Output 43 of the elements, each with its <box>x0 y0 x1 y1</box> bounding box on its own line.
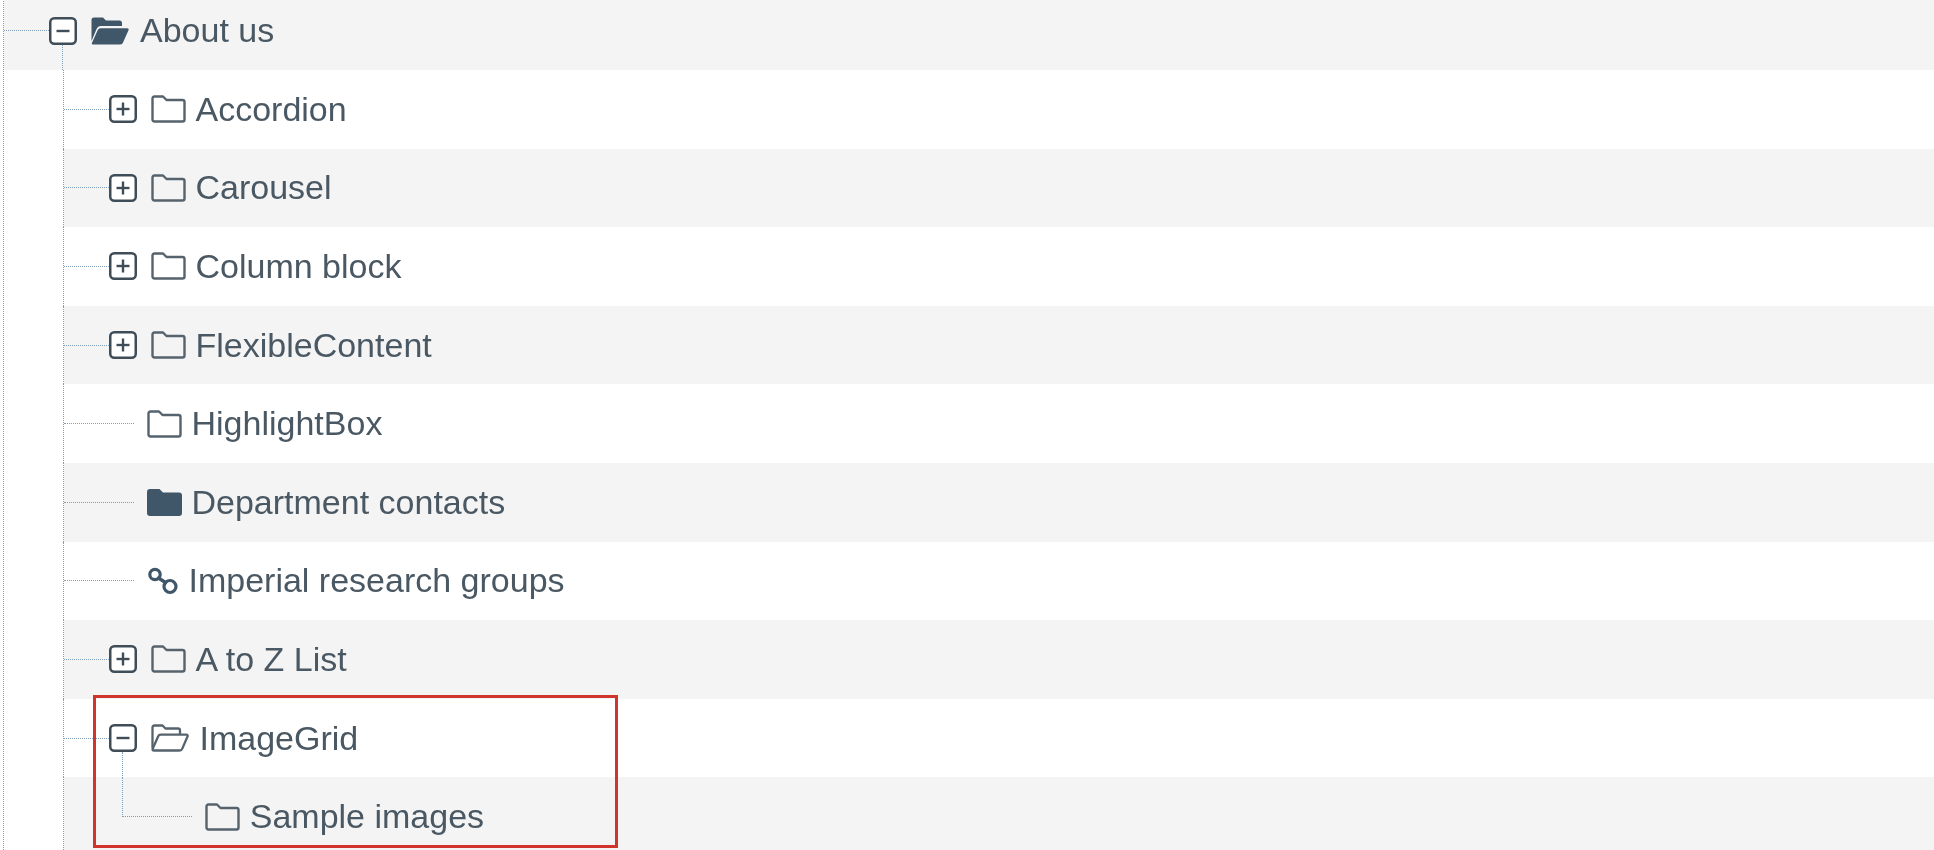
node-label: Imperial research groups <box>188 560 565 602</box>
expand-toggle[interactable] <box>108 95 137 124</box>
tree-connector <box>63 423 134 425</box>
tree-row[interactable]: Department contacts <box>63 462 1934 542</box>
tree-row[interactable]: FlexibleContent <box>63 305 1934 385</box>
tree-connector <box>63 187 109 189</box>
node-label: Department contacts <box>191 481 506 523</box>
node-label: Column block <box>195 246 402 287</box>
node-label: ImageGrid <box>199 717 359 759</box>
tree-row[interactable]: Sample images <box>63 777 1934 850</box>
folder-open-icon <box>91 16 129 45</box>
folder-icon <box>150 95 186 124</box>
folder-icon <box>150 645 186 674</box>
folder-open-icon <box>150 724 189 753</box>
collapse-toggle[interactable] <box>108 724 137 753</box>
link-icon <box>146 566 179 595</box>
folder-icon <box>146 409 182 438</box>
folder-icon <box>204 802 240 831</box>
tree-row[interactable]: About us <box>4 0 1934 70</box>
node-label: Sample images <box>249 796 485 838</box>
node-label: HighlightBox <box>191 403 383 445</box>
folder-icon <box>146 488 182 517</box>
expand-toggle[interactable] <box>108 331 137 360</box>
collapse-toggle[interactable] <box>49 16 77 45</box>
expand-toggle[interactable] <box>108 173 137 202</box>
tree-connector <box>63 658 109 660</box>
node-label: Accordion <box>195 88 347 130</box>
tree-connector <box>63 108 109 110</box>
tree-row[interactable]: Carousel <box>63 148 1934 228</box>
node-label: Carousel <box>195 167 332 209</box>
folder-icon <box>150 252 186 281</box>
tree-connector <box>63 501 134 503</box>
node-label: FlexibleContent <box>195 324 432 366</box>
node-label: A to Z List <box>195 639 347 680</box>
node-label: About us <box>140 10 275 52</box>
tree-connector <box>63 580 134 582</box>
tree-connector <box>121 777 192 817</box>
expand-toggle[interactable] <box>108 645 137 674</box>
expand-toggle[interactable] <box>108 252 137 281</box>
tree-row[interactable]: A to Z List <box>63 620 1934 699</box>
tree-connector <box>63 266 109 267</box>
folder-icon <box>150 331 186 360</box>
folder-icon <box>150 173 186 202</box>
